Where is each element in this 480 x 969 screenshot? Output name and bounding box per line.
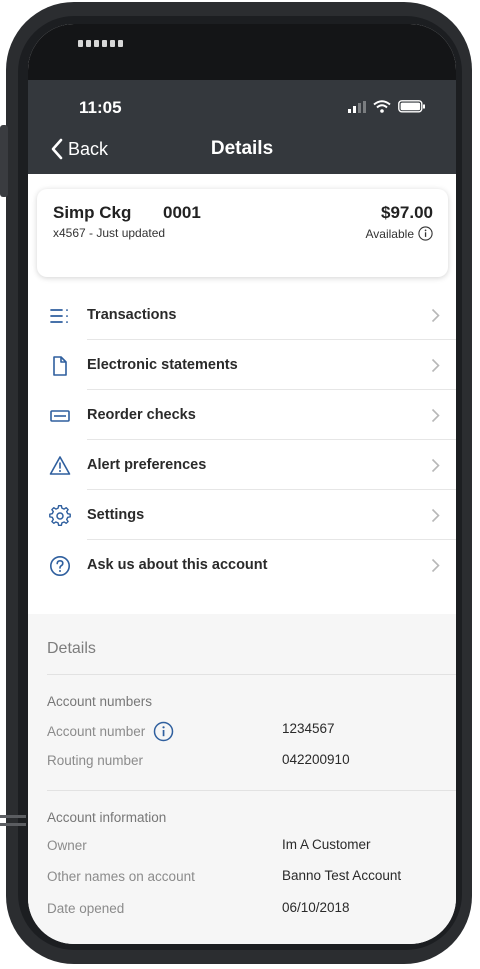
- detail-label: Routing number: [47, 753, 144, 768]
- check-icon: [50, 410, 70, 422]
- available-label: Available: [366, 226, 433, 241]
- account-card[interactable]: Simp Ckg 0001 x4567 - Just updated $97.0…: [37, 189, 448, 277]
- status-time: 11:05: [79, 98, 122, 117]
- detail-value: 06/10/2018: [282, 900, 350, 915]
- account-menu: Transactions Electronic statements Reord: [28, 290, 456, 590]
- info-icon[interactable]: [153, 721, 174, 742]
- status-icons: [348, 100, 426, 113]
- detail-label: Date opened: [47, 901, 125, 916]
- detail-value: 1234567: [282, 721, 335, 736]
- signal-icon: [348, 100, 366, 113]
- account-subtitle: x4567 - Just updated: [53, 226, 166, 240]
- detail-value: Im A Customer: [282, 837, 371, 852]
- list-icon: [50, 309, 68, 324]
- detail-value: Banno Test Account: [282, 868, 402, 883]
- menu-item-electronic-statements[interactable]: Electronic statements: [28, 340, 456, 390]
- screen: 11:05 Back Details Simp Ckg 0001 x4567 -…: [28, 24, 456, 944]
- page-title: Details: [210, 138, 274, 159]
- account-information-heading: Account information: [47, 810, 167, 825]
- detail-label: Other names on account: [47, 869, 195, 884]
- account-balance: $97.00: [381, 203, 433, 222]
- account-number: 0001: [163, 203, 201, 222]
- battery-icon: [398, 100, 425, 113]
- chevron-right-icon: [431, 458, 440, 473]
- content: Simp Ckg 0001 x4567 - Just updated $97.0…: [28, 174, 456, 944]
- divider: [47, 790, 456, 791]
- gear-icon: [49, 505, 71, 526]
- chevron-right-icon: [431, 508, 440, 523]
- chevron-right-icon: [431, 558, 440, 573]
- account-name: Simp Ckg: [53, 203, 132, 222]
- info-icon[interactable]: [418, 226, 433, 241]
- menu-label: Transactions: [87, 307, 177, 323]
- notch: [28, 24, 456, 80]
- menu-item-settings[interactable]: Settings: [28, 490, 456, 540]
- account-numbers-heading: Account numbers: [47, 694, 153, 709]
- detail-label: Owner: [47, 838, 87, 853]
- alert-triangle-icon: [49, 456, 71, 475]
- menu-item-ask-us[interactable]: Ask us about this account: [28, 540, 456, 590]
- question-circle-icon: [50, 556, 70, 576]
- menu-label: Alert preferences: [87, 457, 207, 473]
- side-marks: [0, 815, 26, 837]
- detail-label: Account number: [47, 724, 146, 739]
- side-button: [0, 125, 8, 197]
- chevron-right-icon: [431, 358, 440, 373]
- nav-bar: Back Details: [28, 126, 456, 174]
- menu-item-transactions[interactable]: Transactions: [28, 290, 456, 340]
- speaker-grille: [78, 40, 123, 47]
- account-number-row-label: Account number: [47, 721, 174, 742]
- chevron-right-icon: [431, 308, 440, 323]
- document-icon: [53, 356, 67, 376]
- wifi-icon: [373, 100, 391, 113]
- menu-item-reorder-checks[interactable]: Reorder checks: [28, 390, 456, 440]
- menu-label: Reorder checks: [87, 407, 196, 423]
- menu-label: Electronic statements: [87, 357, 238, 373]
- divider: [47, 674, 456, 675]
- menu-item-alert-preferences[interactable]: Alert preferences: [28, 440, 456, 490]
- menu-label: Settings: [87, 507, 145, 523]
- menu-label: Ask us about this account: [87, 557, 268, 573]
- detail-value: 042200910: [282, 752, 350, 767]
- details-title: Details: [47, 640, 96, 657]
- chevron-right-icon: [431, 408, 440, 423]
- available-text: Available: [365, 226, 414, 241]
